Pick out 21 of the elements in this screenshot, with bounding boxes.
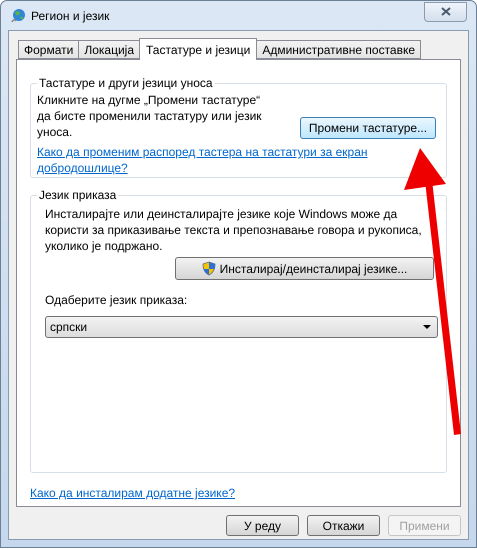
tab[interactable]: Административне поставке [256, 40, 422, 59]
close-icon [440, 7, 450, 16]
tab[interactable]: Тастатуре и језици [139, 38, 258, 60]
select-label: Одаберите језик приказа: [45, 292, 188, 308]
help-link[interactable]: Како да променим распоред тастера на тастатури за екран добродошлице? [37, 144, 377, 176]
group-title: Тастатуре и други језици уноса [37, 75, 215, 91]
description-text: Инсталирајте или деинсталирајте језике које Windows може да користи за приказивање текста и препознавање говора и рукописа, уколико је подржано. [45, 206, 423, 254]
instruction-text: Кликните на дугме „Промени тастатуре“ да бисте променили тастатуру или језик уноса. [37, 92, 263, 140]
shield-icon [202, 261, 216, 276]
tab[interactable]: Формати [18, 40, 80, 59]
change-keyboards-button[interactable]: Промени тастатуре... [300, 117, 436, 139]
window-title: Регион и језик [31, 8, 110, 24]
tab[interactable]: Локација [78, 40, 140, 59]
close-button[interactable] [424, 2, 467, 22]
globe-icon [10, 8, 26, 24]
dialog-button[interactable]: Откажи [307, 515, 380, 536]
install-languages-button[interactable]: Инсталирај/деинсталирај језике... [175, 257, 434, 280]
language-dropdown[interactable]: српски [45, 316, 438, 338]
dropdown-arrow-icon [423, 325, 431, 329]
install-help-link[interactable]: Како да инсталирам додатне језике? [30, 485, 236, 501]
dialog-button[interactable]: У реду [226, 515, 299, 536]
